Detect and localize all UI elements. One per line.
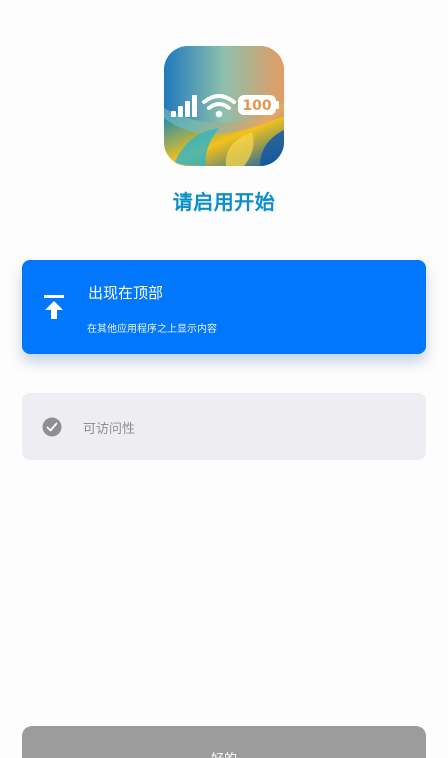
ok-button[interactable]: 好的 [22,726,426,758]
ok-button-label: 好的 [22,748,426,758]
app-icon: 100 [164,46,284,166]
option-top-description: 在其他应用程序之上显示内容 [87,324,217,335]
battery-level-text: 100 [242,98,271,114]
check-circle-icon [42,417,62,437]
pin-to-top-icon [44,295,64,319]
option-accessibility-label: 可访问性 [83,422,136,437]
page-title: 请启用开始 [172,190,276,214]
permission-page: 100 请启用开始 出现在顶部 在其他应用程序之上显示内容 可访问性 好的 [0,0,448,758]
option-appear-on-top[interactable]: 出现在顶部 在其他应用程序之上显示内容 [22,260,426,354]
option-top-label: 出现在顶部 [88,284,164,302]
signal-wifi-battery-wallpaper-icon: 100 [164,46,284,166]
option-accessibility[interactable]: 可访问性 [22,393,426,460]
